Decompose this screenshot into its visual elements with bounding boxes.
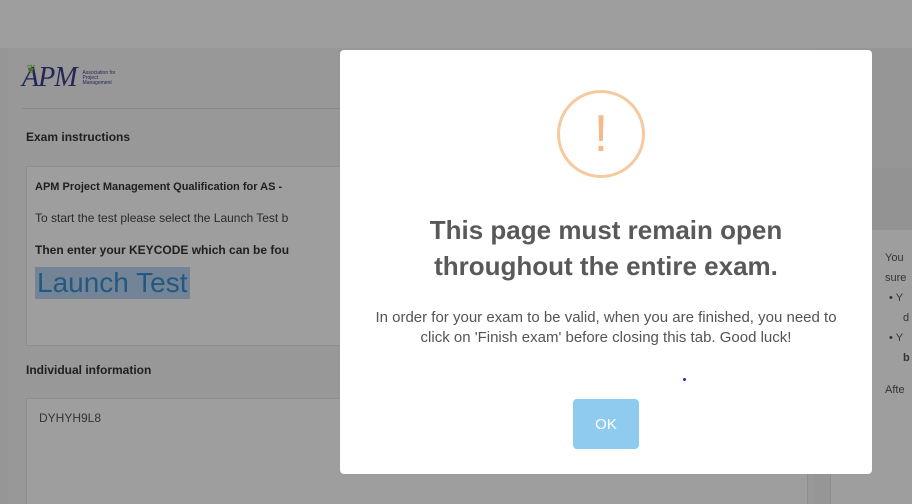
dialog-title: This page must remain open throughout th… — [429, 215, 783, 281]
ok-button[interactable]: OK — [573, 399, 639, 449]
exclamation-icon: ! — [557, 90, 645, 178]
exam-page: ❦ APM Association for Project Management… — [0, 0, 912, 504]
exam-warning-dialog: ! This page must remain open throughout … — [340, 50, 872, 474]
dot-artifact — [683, 378, 686, 381]
dialog-message: In order for your exam to be valid, when… — [375, 309, 837, 346]
